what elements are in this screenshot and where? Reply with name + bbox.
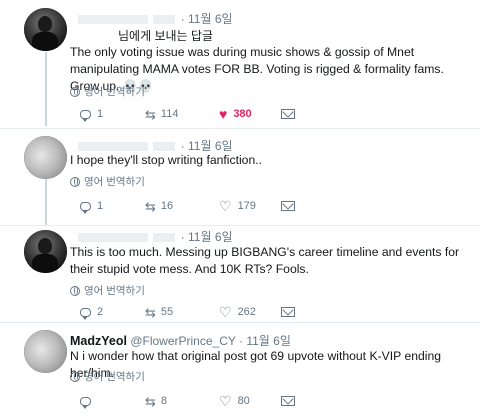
tweet-timestamp[interactable]: · 11월 6일 (181, 230, 233, 244)
globe-icon (70, 371, 80, 382)
translate-label: 영어 번역하기 (84, 176, 145, 188)
tweet-actions: ⇆ 8 ♡ 80 (80, 394, 295, 409)
retweet-icon: ⇆ (145, 393, 156, 409)
retweet-button[interactable]: ⇆ 114 (145, 108, 219, 121)
direct-message-icon (281, 109, 295, 119)
reply-icon (80, 396, 91, 409)
like-count: 380 (233, 108, 252, 120)
tweet-timestamp[interactable]: · 11월 6일 (239, 334, 291, 348)
tweet-header: · 11월 6일 (78, 10, 233, 27)
tweet-header: · 11월 6일 (78, 228, 233, 245)
redacted-handle (153, 142, 176, 152)
reply-button[interactable]: 1 (80, 108, 145, 122)
direct-message-icon (281, 396, 295, 406)
translate-link[interactable]: 영어 번역하기 (70, 283, 145, 298)
reply-icon (80, 307, 91, 320)
reply-button[interactable] (80, 396, 145, 409)
redacted-username (78, 15, 148, 25)
retweet-icon: ⇆ (145, 106, 156, 122)
like-count: 80 (237, 395, 250, 407)
reply-icon (80, 109, 91, 122)
translate-link[interactable]: 영어 번역하기 (70, 369, 145, 384)
reply-icon (80, 201, 91, 214)
direct-message-button[interactable] (281, 307, 295, 317)
tweet-actions: 1 ⇆ 16 ♡ 179 (80, 199, 295, 214)
retweet-count: 16 (160, 200, 174, 212)
reply-button[interactable]: 2 (80, 306, 145, 320)
retweet-count: 8 (160, 395, 168, 407)
retweet-button[interactable]: ⇆ 16 (145, 200, 219, 213)
tweet-timestamp[interactable]: · 11월 6일 (181, 139, 233, 153)
like-button[interactable]: ♡ 179 (219, 199, 281, 213)
like-button[interactable]: ♥ 380 (219, 107, 281, 121)
display-name[interactable]: MadzYeol (70, 334, 127, 348)
avatar[interactable] (24, 136, 67, 179)
tweet[interactable]: · 11월 6일 님에게 보내는 답글 The only voting issu… (0, 0, 480, 128)
avatar[interactable] (24, 8, 67, 51)
tweet-actions: 2 ⇆ 55 ♡ 262 (80, 305, 295, 320)
like-icon: ♡ (219, 198, 232, 214)
tweet-actions: 1 ⇆ 114 ♥ 380 (80, 107, 295, 122)
like-button[interactable]: ♡ 262 (219, 305, 281, 319)
retweet-icon: ⇆ (145, 198, 156, 214)
redacted-handle (153, 233, 176, 243)
direct-message-icon (281, 201, 295, 211)
reply-count: 2 (97, 306, 104, 318)
translate-label: 영어 번역하기 (84, 371, 145, 383)
tweet-header: MadzYeol @FlowerPrince_CY · 11월 6일 (70, 332, 291, 349)
translate-label: 영어 번역하기 (84, 86, 145, 98)
tweet-text: I hope they'll stop writing fanfiction.. (70, 153, 263, 167)
tweet-timestamp[interactable]: · 11월 6일 (181, 12, 233, 26)
user-handle[interactable]: @FlowerPrince_CY (130, 334, 235, 348)
tweet[interactable]: MadzYeol @FlowerPrince_CY · 11월 6일 N i w… (0, 323, 480, 416)
redacted-handle (153, 15, 176, 25)
like-icon: ♡ (219, 393, 232, 409)
direct-message-button[interactable] (281, 201, 295, 211)
globe-icon (70, 285, 80, 296)
avatar[interactable] (24, 230, 67, 273)
globe-icon (70, 176, 80, 187)
translate-link[interactable]: 영어 번역하기 (70, 84, 145, 99)
like-button[interactable]: ♡ 80 (219, 394, 281, 408)
reply-button[interactable]: 1 (80, 200, 145, 214)
retweet-count: 114 (160, 108, 179, 120)
translate-label: 영어 번역하기 (84, 285, 145, 297)
avatar[interactable] (24, 330, 67, 373)
globe-icon (70, 86, 80, 97)
retweet-button[interactable]: ⇆ 8 (145, 395, 219, 408)
tweet[interactable]: · 11월 6일 I hope they'll stop writing fan… (0, 129, 480, 225)
like-count: 179 (237, 200, 256, 212)
retweet-icon: ⇆ (145, 304, 156, 320)
reply-count: 1 (97, 200, 104, 212)
tweet-text: This is too much. Messing up BIGBANG's c… (70, 245, 460, 276)
like-count: 262 (237, 306, 256, 318)
translate-link[interactable]: 영어 번역하기 (70, 174, 145, 189)
like-icon: ♡ (219, 304, 232, 320)
direct-message-button[interactable] (281, 109, 295, 119)
reply-to-label: 님에게 보내는 답글 (118, 29, 213, 43)
direct-message-button[interactable] (281, 396, 295, 406)
redacted-username (78, 142, 148, 152)
retweet-button[interactable]: ⇆ 55 (145, 306, 219, 319)
reply-count: 1 (97, 108, 104, 120)
direct-message-icon (281, 307, 295, 317)
redacted-username (78, 233, 148, 243)
retweet-count: 55 (160, 306, 174, 318)
tweet[interactable]: · 11월 6일 This is too much. Messing up BI… (0, 226, 480, 326)
like-icon: ♥ (219, 106, 228, 122)
